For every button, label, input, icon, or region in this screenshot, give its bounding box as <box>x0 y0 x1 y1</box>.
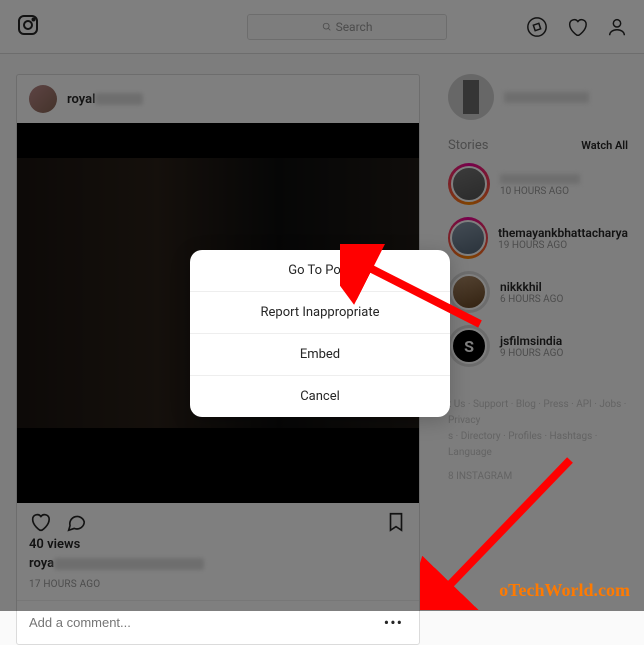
comment-input[interactable] <box>29 615 380 630</box>
annotation-arrow-top <box>340 244 490 344</box>
modal-cancel[interactable]: Cancel <box>190 376 450 417</box>
watermark-text: oTechWorld.com <box>499 580 630 601</box>
post-more-options-icon[interactable]: ••• <box>380 613 407 632</box>
